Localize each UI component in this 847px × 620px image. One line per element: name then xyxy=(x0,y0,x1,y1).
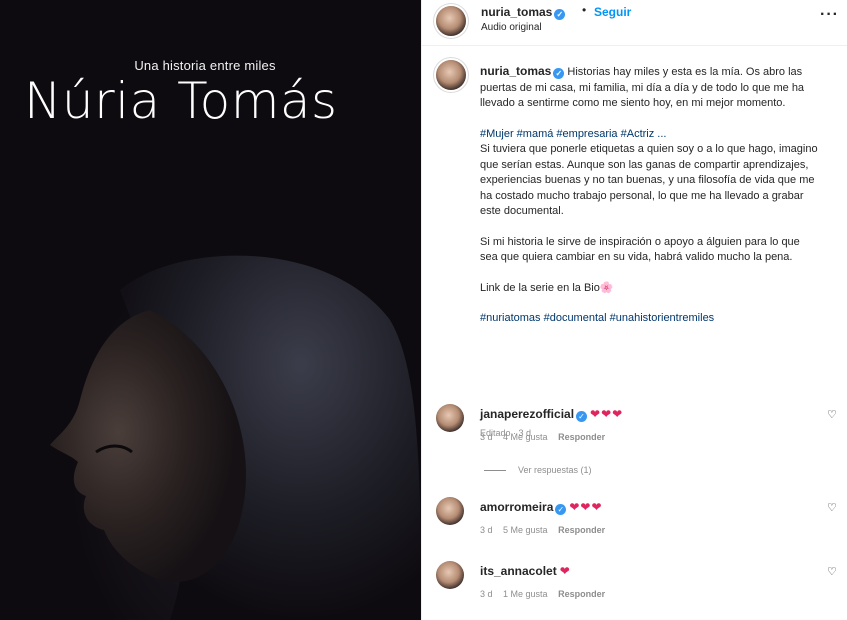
caption-body: nuria_tomas ✓ Historias hay miles y esta … xyxy=(480,64,820,342)
caption-hashtags-2[interactable]: #nuriatomas #documental #unahistorientre… xyxy=(480,311,820,327)
comment-content: janaperezofficial ✓ ❤❤❤ xyxy=(480,407,623,422)
comment-time: 3 d xyxy=(480,525,493,535)
like-heart-icon[interactable]: ♡ xyxy=(827,408,837,421)
caption-hashtags-1[interactable]: #Mujer #mamá #empresaria #Actriz ... xyxy=(480,128,666,140)
separator-dot: • xyxy=(582,3,587,17)
follow-button[interactable]: Seguir xyxy=(594,5,631,19)
like-heart-icon[interactable]: ♡ xyxy=(827,565,837,578)
comment-time: 3 d xyxy=(480,589,493,599)
comment-text: ❤❤❤ xyxy=(590,407,624,421)
comment-meta: 3 d 4 Me gusta Responder xyxy=(480,432,605,442)
caption-paragraph-2: #Mujer #mamá #empresaria #Actriz ... Si … xyxy=(480,127,820,220)
audio-original-link[interactable]: Audio original xyxy=(481,22,542,33)
verified-icon: ✓ xyxy=(555,504,567,515)
post-media[interactable]: Una historia entre miles Núria Tomás xyxy=(0,0,421,620)
verified-icon: ✓ xyxy=(576,411,588,422)
comment-likes[interactable]: 1 Me gusta xyxy=(503,589,548,599)
like-heart-icon[interactable]: ♡ xyxy=(827,501,837,514)
caption-intro: nuria_tomas ✓ Historias hay miles y esta … xyxy=(480,64,820,112)
caption-username[interactable]: nuria_tomas ✓ xyxy=(480,64,565,79)
caption-paragraph-3: Si mi historia le sirve de inspiración o… xyxy=(480,235,800,264)
commenter-username[interactable]: amorromeira xyxy=(480,500,553,514)
comment-text: ❤ xyxy=(559,564,571,578)
commenter-username[interactable]: its_annacolet xyxy=(480,564,557,578)
caption-paragraph-4: Link de la serie en la Bio🌸 xyxy=(480,281,614,294)
comment-text: ❤❤❤ xyxy=(569,500,603,514)
comment-time: 3 d xyxy=(480,432,493,442)
commenter-username[interactable]: janaperezofficial xyxy=(480,407,574,421)
reply-button[interactable]: Responder xyxy=(558,589,605,599)
reply-button[interactable]: Responder xyxy=(558,432,605,442)
portrait-image xyxy=(50,255,421,620)
post-panel: nuria_tomas ✓ • Seguir Audio original ···… xyxy=(421,0,847,620)
post-header: nuria_tomas ✓ • Seguir Audio original ··· xyxy=(422,0,847,46)
more-options-icon[interactable]: ··· xyxy=(820,6,839,24)
caption-avatar[interactable] xyxy=(436,60,466,90)
commenter-avatar[interactable] xyxy=(436,561,464,589)
comment-likes[interactable]: 4 Me gusta xyxy=(503,432,548,442)
caption-paragraph-2-text: Si tuviera que ponerle etiquetas a quien… xyxy=(480,143,818,217)
view-replies-button[interactable]: Ver respuestas (1) xyxy=(484,465,592,475)
comment-content: its_annacolet ❤ xyxy=(480,564,571,578)
verified-icon: ✓ xyxy=(553,68,565,79)
comment-meta: 3 d 1 Me gusta Responder xyxy=(480,589,605,599)
commenter-avatar[interactable] xyxy=(436,404,464,432)
media-title: Núria Tomás xyxy=(24,72,338,130)
replies-line xyxy=(484,470,506,472)
view-replies-text[interactable]: Ver respuestas (1) xyxy=(518,465,592,475)
comment-content: amorromeira ✓ ❤❤❤ xyxy=(480,500,603,515)
comment-meta: 3 d 5 Me gusta Responder xyxy=(480,525,605,535)
verified-icon: ✓ xyxy=(554,9,566,20)
caption-username-text[interactable]: nuria_tomas xyxy=(480,64,551,78)
author-username[interactable]: nuria_tomas ✓ xyxy=(481,5,566,20)
author-avatar[interactable] xyxy=(436,6,466,36)
commenter-avatar[interactable] xyxy=(436,497,464,525)
reply-button[interactable]: Responder xyxy=(558,525,605,535)
media-tagline: Una historia entre miles xyxy=(134,58,276,73)
comment-likes[interactable]: 5 Me gusta xyxy=(503,525,548,535)
author-username-text[interactable]: nuria_tomas xyxy=(481,5,552,19)
